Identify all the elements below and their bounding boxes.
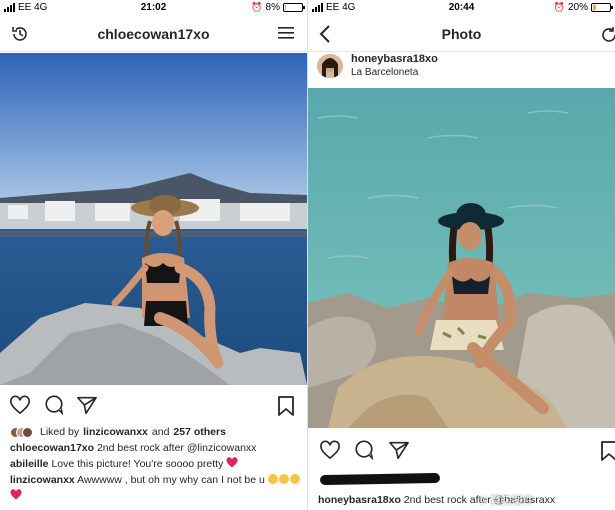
avatar[interactable] <box>317 54 343 78</box>
comment-icon[interactable] <box>353 440 375 465</box>
post-photo[interactable] <box>308 88 615 428</box>
watermark-logo-icon: ◎ <box>478 494 487 506</box>
post-photo[interactable] <box>0 53 307 385</box>
battery-percent: 8% <box>265 2 280 13</box>
likes-row: Liked by linzicowanxx and 257 others <box>10 424 301 440</box>
status-bar: EE 4G 20:44 ⏰ 20% <box>308 0 615 16</box>
comment-text: Awwwww , but oh my why can I not be u <box>77 474 265 486</box>
profile-username-title: chloecowan17xo <box>97 26 210 42</box>
caption: chloecowan17xo 2nd best rock after @linz… <box>10 440 301 456</box>
alarm-icon: ⏰ <box>553 2 565 12</box>
page-title: Photo <box>441 26 482 42</box>
caption: honeybasra18xo 2nd best rock after @balb… <box>318 492 609 508</box>
heart-emoji-icon <box>226 457 238 468</box>
likes-label: Liked by <box>40 426 80 438</box>
post-details: Liked by linzicowanxx and 257 others chl… <box>10 424 301 504</box>
likes-count[interactable]: 257 others <box>173 424 226 440</box>
status-bar: EE 4G 21:02 ⏰ 8% <box>0 0 307 16</box>
comment-username[interactable]: linzicowanxx <box>10 474 75 486</box>
liker-avatars <box>10 426 33 438</box>
caption-username[interactable]: chloecowan17xo <box>10 442 94 454</box>
bookmark-icon[interactable] <box>277 395 295 422</box>
share-icon[interactable] <box>76 395 98 420</box>
post-actions <box>308 437 615 467</box>
left-screenshot: EE 4G 21:02 ⏰ 8% chloecowan17xo Liked by… <box>0 0 307 510</box>
comment-username[interactable]: abileille <box>10 458 49 470</box>
comment-icon[interactable] <box>43 395 65 420</box>
battery-percent: 20% <box>567 2 588 13</box>
post-location[interactable]: La Barceloneta <box>351 67 418 78</box>
battery-icon <box>591 3 613 12</box>
bookmark-icon[interactable] <box>600 440 615 467</box>
caption-username[interactable]: honeybasra18xo <box>318 494 401 506</box>
photo-nav-bar: Photo <box>308 16 615 52</box>
post-header: honeybasra18xo La Barceloneta <box>308 52 615 88</box>
watermark: ◎ 真实案件 <box>478 492 534 508</box>
menu-icon[interactable] <box>277 25 295 46</box>
comment-text: Love this picture! You're soooo pretty <box>51 458 224 470</box>
caption-text: 2nd best rock after @linzicowanxx <box>96 442 257 454</box>
post-actions <box>0 392 307 422</box>
profile-nav-bar: chloecowan17xo <box>0 16 307 52</box>
right-screenshot: EE 4G 20:44 ⏰ 20% Photo honeybasra18xo L… <box>308 0 615 510</box>
battery-icon <box>283 3 305 12</box>
alarm-icon: ⏰ <box>251 2 263 12</box>
liker-username[interactable]: linzicowanxx <box>83 424 148 440</box>
heart-icon[interactable] <box>9 395 31 420</box>
watermark-text: 真实案件 <box>489 495 534 507</box>
comment-item: linzicowanxx Awwwww , but oh my why can … <box>10 472 301 504</box>
redaction-bar <box>319 472 441 486</box>
post-username[interactable]: honeybasra18xo <box>351 53 438 65</box>
heart-emoji-icon <box>10 489 22 500</box>
comment-item: abileille Love this picture! You're sooo… <box>10 456 301 472</box>
refresh-icon[interactable] <box>599 25 615 50</box>
share-icon[interactable] <box>388 440 410 465</box>
heart-icon[interactable] <box>319 440 341 465</box>
